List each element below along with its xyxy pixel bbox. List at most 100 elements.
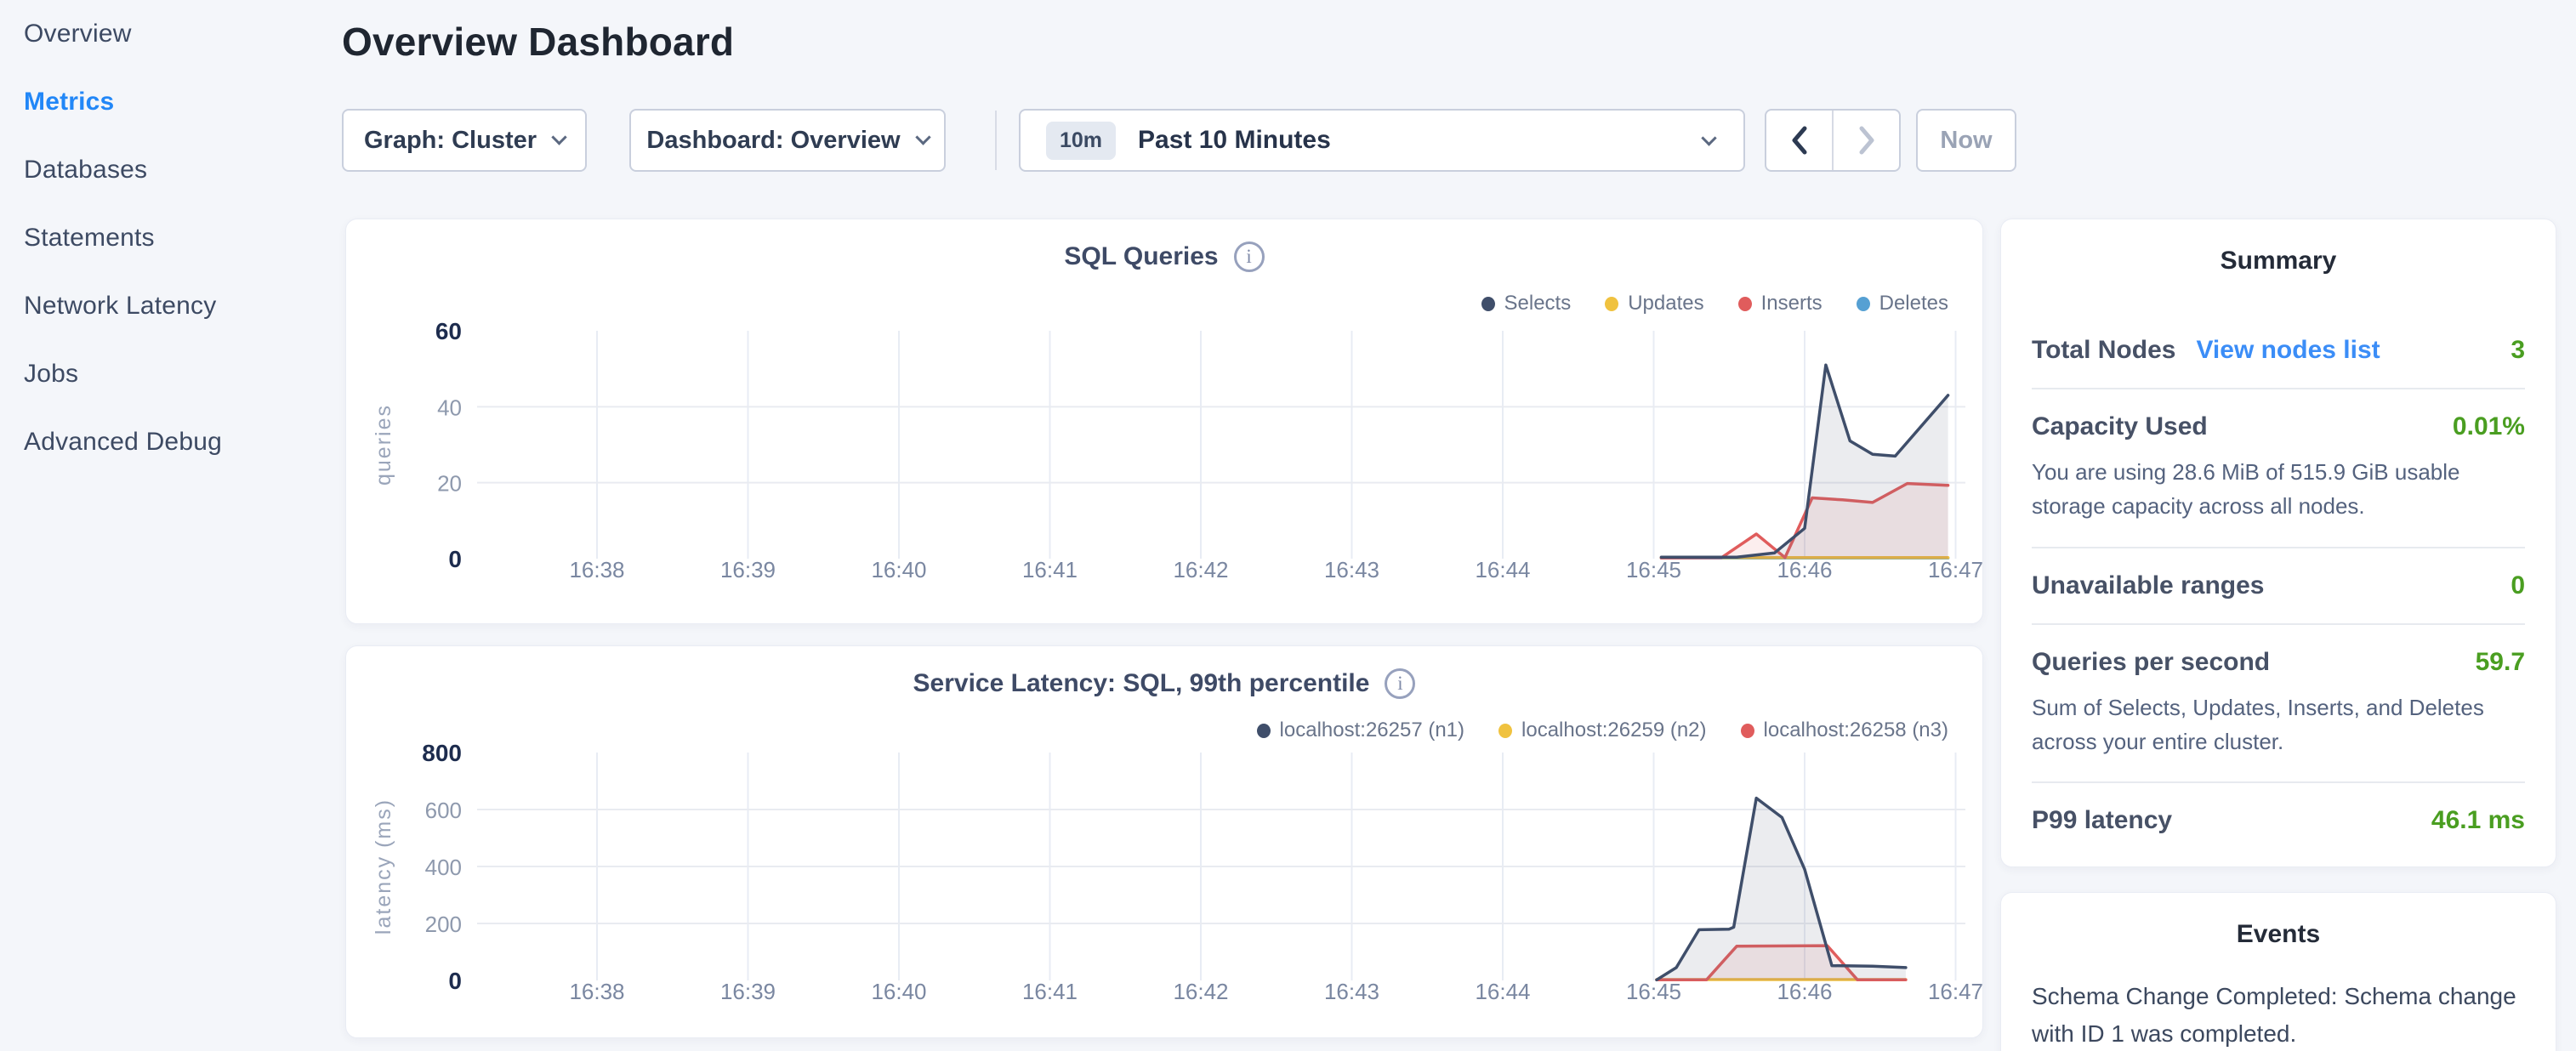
svg-text:600: 600 [425,798,462,823]
sidebar-item-advanced-debug[interactable]: Advanced Debug [24,408,330,476]
chevron-left-icon [1788,124,1811,156]
chevron-down-icon [1701,130,1716,145]
summary-value: 59.7 [2476,648,2525,677]
dashboard-dropdown[interactable]: Dashboard: Overview [629,109,946,172]
summary-description: You are using 28.6 MiB of 515.9 GiB usab… [2032,455,2525,524]
svg-text:16:40: 16:40 [871,557,926,582]
svg-text:400: 400 [425,855,462,880]
time-range-dropdown[interactable]: 10m Past 10 Minutes [1019,109,1745,172]
legend-dot-icon [1257,724,1271,738]
graph-scope-label: Graph: Cluster [364,127,537,155]
svg-text:0: 0 [448,546,462,572]
summary-label: Queries per second [2032,648,2270,677]
svg-text:16:40: 16:40 [871,979,926,1004]
svg-text:16:38: 16:38 [569,979,624,1004]
sql-queries-plot[interactable]: 020406016:3816:3916:4016:4116:4216:4316:… [477,315,1974,597]
chart-title: Service Latency: SQL, 99th percentile [913,669,1370,698]
legend-label: Inserts [1761,292,1823,315]
summary-description: Sum of Selects, Updates, Inserts, and De… [2032,690,2525,759]
summary-label: Unavailable ranges [2032,571,2264,600]
chevron-down-icon [915,129,930,145]
svg-text:16:45: 16:45 [1626,557,1681,582]
summary-label: Total Nodes [2032,336,2175,365]
time-range-badge: 10m [1046,122,1116,160]
svg-text:queries: queries [372,404,395,486]
svg-text:16:45: 16:45 [1626,979,1681,1004]
summary-value: 3 [2511,336,2525,365]
dashboard-label: Dashboard: Overview [646,127,900,155]
summary-card: Summary Total Nodes View nodes list 3 Ca… [2000,219,2556,867]
info-icon[interactable]: i [1234,241,1265,272]
right-sidebar: Summary Total Nodes View nodes list 3 Ca… [2000,0,2556,1051]
summary-value: 0.01% [2453,412,2525,441]
summary-row-total-nodes: Total Nodes View nodes list 3 [2032,313,2525,388]
svg-text:16:41: 16:41 [1022,557,1078,582]
service-latency-plot[interactable]: 020040060080016:3816:3916:4016:4116:4216… [477,736,1974,1019]
legend-dot-icon [1481,297,1495,311]
event-list-item[interactable]: Schema Change Completed: Schema change w… [2032,978,2525,1051]
graph-scope-dropdown[interactable]: Graph: Cluster [342,109,587,172]
svg-text:60: 60 [435,318,462,344]
summary-row-unavailable-ranges: Unavailable ranges 0 [2032,547,2525,623]
svg-text:20: 20 [437,471,462,497]
toolbar-divider [995,111,997,170]
time-step-back-button[interactable] [1766,111,1834,170]
summary-value: 46.1 ms [2431,806,2525,835]
time-range-label: Past 10 Minutes [1138,126,1331,155]
svg-text:16:39: 16:39 [720,557,776,582]
svg-text:16:38: 16:38 [569,557,624,582]
svg-text:16:43: 16:43 [1324,979,1379,1004]
svg-text:latency (ms): latency (ms) [372,798,395,935]
main-content: Overview Dashboard Graph: Cluster Dashbo… [342,0,1990,65]
legend-item[interactable]: Deletes [1857,292,1948,315]
legend-label: Deletes [1879,292,1948,315]
time-step-forward-button[interactable] [1834,111,1899,170]
chart-legend: Selects Updates Inserts Deletes [1481,291,1949,316]
legend-item[interactable]: Selects [1481,292,1572,315]
page-title: Overview Dashboard [342,19,1990,65]
legend-label: Selects [1504,292,1572,315]
summary-title: Summary [2032,219,2525,276]
summary-value: 0 [2511,571,2525,600]
sidebar-item-metrics[interactable]: Metrics [24,68,330,136]
svg-text:200: 200 [425,912,462,937]
legend-item[interactable]: Updates [1605,292,1703,315]
chevron-right-icon [1856,124,1878,156]
svg-text:16:46: 16:46 [1777,979,1832,1004]
svg-text:16:46: 16:46 [1777,557,1832,582]
summary-row-p99-latency: P99 latency 46.1 ms [2032,781,2525,858]
legend-dot-icon [1605,297,1618,311]
toolbar: Graph: Cluster Dashboard: Overview 10m P… [342,109,1990,172]
service-latency-chart-card: Service Latency: SQL, 99th percentile i … [345,645,1983,1038]
legend-dot-icon [1498,724,1512,738]
svg-text:16:47: 16:47 [1928,557,1983,582]
sql-queries-chart-card: SQL Queries i Selects Updates Inserts Delet… [345,219,1983,624]
sidebar: Overview Metrics Databases Statements Ne… [24,0,330,476]
svg-text:0: 0 [448,968,462,994]
legend-dot-icon [1741,724,1754,738]
sidebar-item-jobs[interactable]: Jobs [24,340,330,408]
svg-text:16:43: 16:43 [1324,557,1379,582]
summary-row-capacity-used: Capacity Used 0.01% You are using 28.6 M… [2032,388,2525,547]
legend-dot-icon [1857,297,1870,311]
legend-label: Updates [1628,292,1703,315]
summary-label: Capacity Used [2032,412,2208,441]
svg-text:800: 800 [422,740,462,766]
info-icon[interactable]: i [1385,668,1415,699]
time-step-buttons [1765,109,1901,172]
legend-item[interactable]: Inserts [1738,292,1823,315]
sidebar-item-statements[interactable]: Statements [24,204,330,272]
sidebar-item-network-latency[interactable]: Network Latency [24,272,330,340]
svg-text:16:44: 16:44 [1475,979,1530,1004]
chevron-down-icon [551,129,566,145]
svg-text:16:44: 16:44 [1475,557,1530,582]
svg-text:16:47: 16:47 [1928,979,1983,1004]
sidebar-item-databases[interactable]: Databases [24,136,330,204]
svg-text:16:39: 16:39 [720,979,776,1004]
chart-title: SQL Queries [1064,242,1218,271]
event-message: Schema Change Completed: Schema change w… [2032,978,2525,1051]
sidebar-item-overview[interactable]: Overview [24,0,330,68]
view-nodes-list-link[interactable]: View nodes list [2196,336,2380,365]
legend-dot-icon [1738,297,1752,311]
events-card: Events Schema Change Completed: Schema c… [2000,892,2556,1051]
